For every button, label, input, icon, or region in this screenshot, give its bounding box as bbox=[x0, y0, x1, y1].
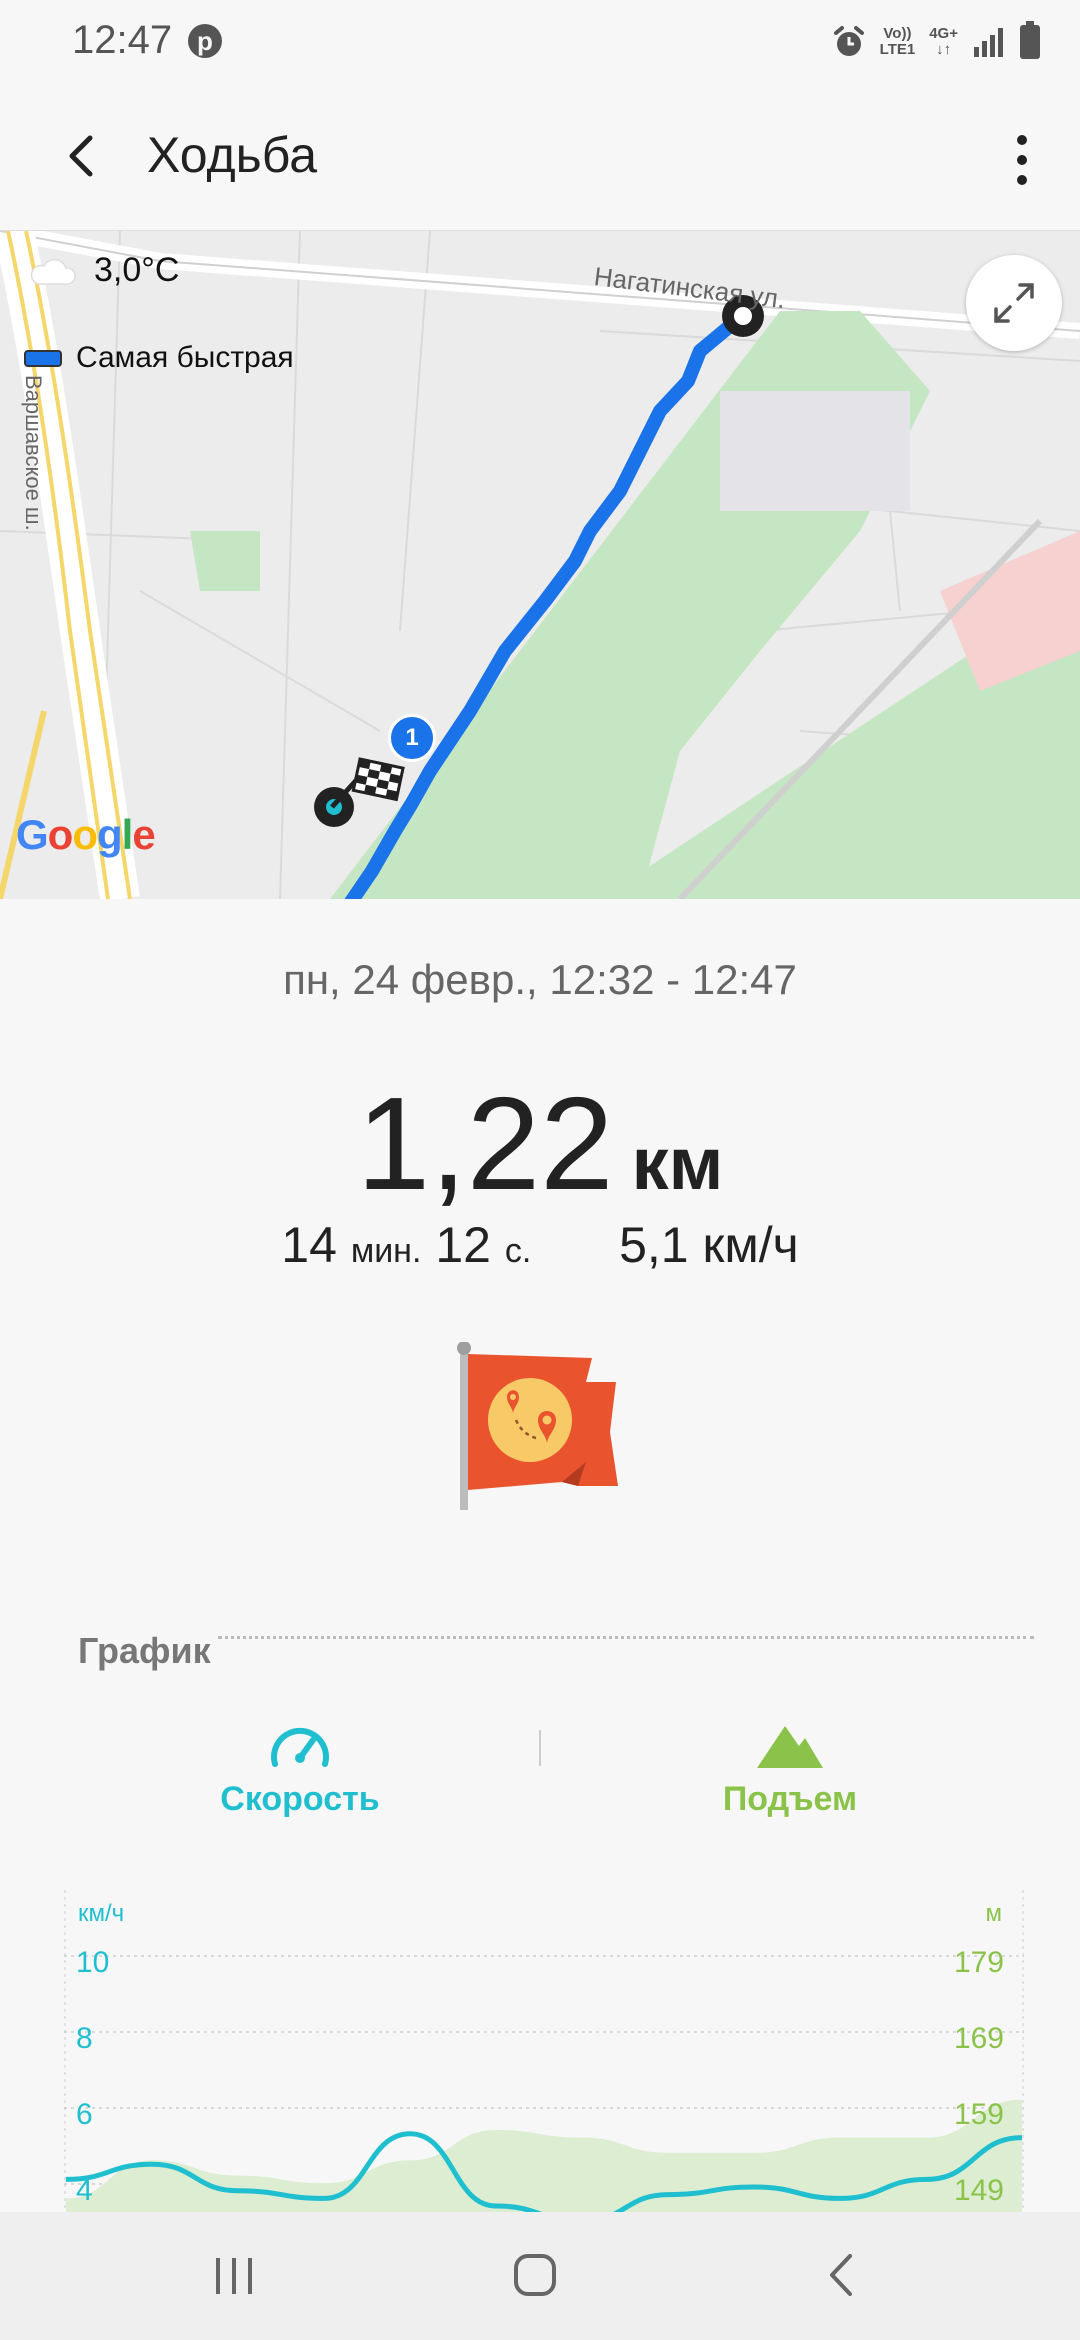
nav-back-button[interactable] bbox=[826, 2252, 856, 2298]
route-flag-icon bbox=[457, 1342, 618, 1510]
speedometer-icon bbox=[271, 1727, 329, 1767]
home-button[interactable] bbox=[512, 2252, 558, 2298]
map-canvas bbox=[0, 231, 1080, 899]
google-letter: e bbox=[132, 811, 155, 858]
status-time: 12:47 bbox=[72, 18, 173, 62]
tab-speed-label: Скорость bbox=[220, 1780, 380, 1818]
left-tick-label: 4 bbox=[76, 2174, 93, 2207]
status-icons: Vo)) LTE1 4G+ ↓↑ bbox=[832, 20, 1040, 64]
google-letter: G bbox=[16, 811, 49, 858]
right-tick-label: 179 bbox=[953, 1946, 1004, 1979]
tab-divider bbox=[539, 1730, 541, 1766]
left-tick-label: 8 bbox=[76, 2022, 93, 2055]
system-nav-bar bbox=[0, 2212, 1080, 2340]
finish-flag-icon bbox=[314, 757, 405, 827]
right-tick-label: 149 bbox=[953, 2174, 1004, 2207]
cloud-icon bbox=[30, 258, 76, 285]
average-speed: 5,1 км/ч bbox=[619, 1217, 799, 1273]
left-tick-label: 10 bbox=[76, 1946, 110, 1979]
duration-minutes: 14 bbox=[281, 1217, 337, 1273]
distance: 1,22 км bbox=[0, 1068, 1080, 1219]
duration-minutes-unit: мин. bbox=[350, 1232, 422, 1270]
route-legend-label: Самая быстрая bbox=[76, 341, 294, 374]
right-tick-label: 159 bbox=[953, 2098, 1004, 2131]
workout-stats: 14 мин. 12 с. 5,1 км/ч bbox=[0, 1216, 1080, 1274]
google-logo: Google bbox=[16, 811, 156, 859]
duration-seconds: 12 bbox=[435, 1217, 491, 1273]
google-letter: l bbox=[121, 811, 134, 858]
route-legend: Самая быстрая bbox=[24, 341, 294, 375]
right-axis-unit: м bbox=[985, 1900, 1003, 1927]
data-indicator: 4G+ ↓↑ bbox=[929, 25, 958, 58]
google-letter: o bbox=[72, 811, 98, 858]
more-options-button[interactable] bbox=[1002, 130, 1042, 190]
signal-icon bbox=[974, 28, 1003, 57]
google-letter: g bbox=[96, 811, 123, 858]
workout-date: пн, 24 февр., 12:32 - 12:47 bbox=[283, 956, 797, 1003]
tab-elevation-label: Подъем bbox=[722, 1780, 858, 1818]
temperature: 3,0°C bbox=[94, 251, 180, 289]
distance-value: 1,22 bbox=[356, 1070, 614, 1217]
km-marker: 1 bbox=[388, 714, 436, 762]
tab-speed[interactable]: Скорость bbox=[200, 1720, 400, 1819]
recent-apps-button[interactable] bbox=[212, 2256, 256, 2296]
elevation-area bbox=[66, 2099, 1022, 2212]
google-letter: o bbox=[47, 811, 74, 858]
expand-icon bbox=[994, 283, 1034, 323]
route-map[interactable]: 1 Нагатинская ул. Варшавское ш. 3,0°C Са… bbox=[0, 231, 1080, 899]
left-axis-unit: км/ч bbox=[78, 1900, 125, 1927]
route-color-swatch bbox=[24, 349, 62, 367]
page-title: Ходьба bbox=[147, 127, 318, 183]
graph-header: График bbox=[78, 1630, 211, 1671]
pinterest-icon: p bbox=[188, 24, 222, 58]
alarm-icon bbox=[833, 26, 864, 56]
app-bar: Ходьба bbox=[0, 84, 1080, 232]
street-label: Варшавское ш. bbox=[21, 375, 46, 531]
left-tick-label: 6 bbox=[76, 2098, 93, 2131]
duration-seconds-unit: с. bbox=[504, 1232, 532, 1270]
mountain-icon bbox=[757, 1726, 823, 1768]
status-bar: 12:47 p Vo)) LTE1 4G+ ↓↑ bbox=[0, 0, 1080, 84]
divider bbox=[218, 1636, 1034, 1639]
weather-info: 3,0°C bbox=[28, 251, 179, 290]
volte-indicator: Vo)) LTE1 bbox=[879, 25, 916, 58]
battery-icon bbox=[1020, 21, 1040, 59]
distance-unit: км bbox=[631, 1122, 724, 1205]
back-button[interactable] bbox=[56, 126, 116, 186]
right-tick-label: 169 bbox=[953, 2022, 1004, 2055]
expand-map-button[interactable] bbox=[966, 255, 1062, 351]
tab-elevation[interactable]: Подъем bbox=[690, 1720, 890, 1819]
speed-elevation-chart bbox=[64, 1890, 1024, 2212]
